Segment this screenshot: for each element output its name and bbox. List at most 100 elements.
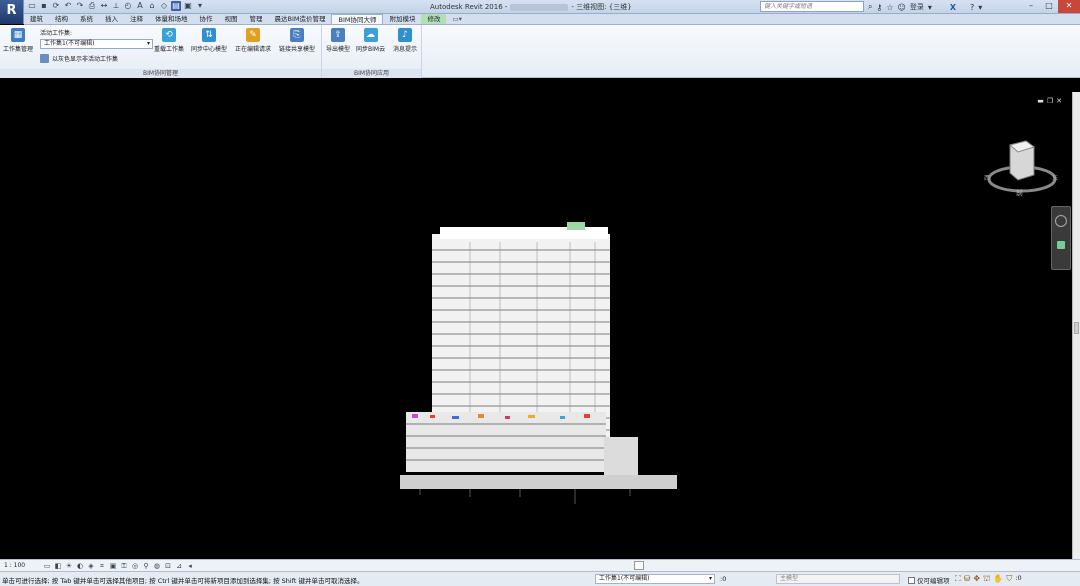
window-title: Autodesk Revit 2016 - - 三维视图: {三维} [430,2,632,12]
zoom-icon[interactable] [1057,241,1065,249]
temp-hide-icon[interactable]: ◎ [131,562,139,570]
horizontal-scroll-thumb[interactable] [634,561,644,570]
user-icon[interactable]: ☺ [898,3,906,12]
reload-label: 重载工作集 [154,46,185,53]
editable-only-checkbox[interactable] [908,576,915,584]
help-icon[interactable]: ? [970,3,974,12]
link-model-icon: ⎘ [290,28,304,42]
filter-count-label: :0 [1015,574,1022,582]
sync-cloud-button[interactable]: ☁ 同步BIM云 [356,28,385,53]
select-links-icon[interactable]: ⛶ [955,574,961,584]
highlight-icon[interactable]: ⊿ [175,562,183,570]
gray-inactive-toggle[interactable]: 以灰色显示非活动工作集 [40,54,118,63]
vertical-scrollbar[interactable] [1072,92,1080,559]
login-button[interactable]: 登录 [910,2,924,12]
editable-only-toggle[interactable]: 仅可编辑项 [908,575,950,585]
search-input[interactable]: 键入关键字或短语 [760,1,864,12]
maximize-icon[interactable]: □ [1040,0,1058,13]
app-menu-button[interactable]: R [0,0,24,24]
tab-structure[interactable]: 结构 [49,14,74,24]
sync-icon[interactable]: ⟳ [51,1,61,11]
tab-view[interactable]: 视图 [219,14,244,24]
workset-manage-button[interactable]: ▦ 工作集管理 [3,28,33,53]
measure-icon[interactable]: ↔ [99,1,109,11]
tab-addins[interactable]: 附加模块 [383,14,421,24]
sync-center-button[interactable]: ⇅ 同步中心模型 [191,28,227,53]
3d-viewport[interactable]: ▬ ❐ ✕ [0,92,1072,559]
print-icon[interactable]: ⎙ [87,1,97,11]
building-model[interactable] [0,92,1072,559]
crop-view-icon[interactable]: ⌗ [98,562,106,570]
design-option-select[interactable]: 主模型 [776,574,900,584]
scroll-left-icon[interactable]: ◂ [186,562,194,570]
tab-architecture[interactable]: 建筑 [24,14,49,24]
select-by-face-icon[interactable]: ⛫ [983,574,990,584]
tab-annotate[interactable]: 注释 [124,14,149,24]
section-icon[interactable]: ◇ [159,1,169,11]
close-hidden-icon[interactable]: ▣ [183,1,193,11]
detail-level-icon[interactable]: ▭ [43,562,51,570]
tab-collaborate[interactable]: 协作 [194,14,219,24]
text-icon[interactable]: A [135,1,145,11]
drag-elements-icon[interactable]: ✋ [993,574,1003,584]
sync-center-icon: ⇅ [202,28,216,42]
editing-request-button[interactable]: ✎ 正在编辑请求 [235,28,271,53]
tab-systems[interactable]: 系统 [74,14,99,24]
tab-manage[interactable]: 管理 [244,14,269,24]
active-workset-select[interactable]: 工作集1(不可编辑) ▾ [40,39,153,49]
exchange-icon[interactable]: X [950,3,956,12]
undo-icon[interactable]: ↶ [63,1,73,11]
lock-view-icon[interactable]: ⚿ [120,562,128,570]
render-icon[interactable]: ◈ [87,562,95,570]
subscription-icon[interactable]: ⚷ [876,3,882,12]
tag-icon[interactable]: ◴ [123,1,133,11]
filter-icon[interactable]: ⛉ [1006,574,1012,584]
open-icon[interactable]: ▭ [27,1,37,11]
analytical-model-icon[interactable]: ⊡ [164,562,172,570]
editable-only-label: 仅可编辑项 [917,577,950,585]
speaker-icon: ♪ [398,28,412,42]
sun-path-icon[interactable]: ☀ [65,562,73,570]
active-workset-value: 工作集1(不可编辑) [44,40,95,47]
compass-east-label[interactable]: 东 [1052,173,1058,182]
shadows-icon[interactable]: ◐ [76,562,84,570]
tab-bim-collab-master[interactable]: BIM协同大师 [331,14,384,24]
3d-view-icon[interactable]: ⌂ [147,1,157,11]
blurred-filename [510,3,569,11]
tab-modify[interactable]: 修改 [421,14,447,24]
export-model-button[interactable]: ⇪ 导出模型 [326,28,350,53]
link-shared-button[interactable]: ⎘ 链接共享模型 [279,28,315,53]
message-button[interactable]: ♪ 消息提示 [393,28,417,53]
worksharing-display-icon[interactable]: ◍ [153,562,161,570]
select-pinned-icon[interactable]: ✥ [973,574,980,584]
reveal-hidden-icon[interactable]: ⚲ [142,562,150,570]
save-icon[interactable]: ▪ [39,1,49,11]
scroll-grip[interactable] [1074,322,1079,334]
status-workset-select[interactable]: 工作集1(不可编辑) ▾ [595,574,715,584]
switch-windows-icon[interactable]: ▾ [195,1,205,11]
steering-wheel-icon[interactable] [1055,215,1067,227]
close-icon[interactable]: ✕ [1058,0,1080,13]
binoculars-icon[interactable]: ⌕ [868,2,872,12]
reload-workset-button[interactable]: ⟲ 重载工作集 [154,28,184,53]
viewcube-face-label[interactable]: 前 [1016,188,1023,198]
show-crop-icon[interactable]: ▣ [109,562,117,570]
help-dropdown-icon[interactable]: ▾ [978,3,982,12]
compass-west-label[interactable]: 西 [984,173,990,182]
edit-request-icon: ✎ [246,28,260,42]
visual-style-icon[interactable]: ◧ [54,562,62,570]
dimension-icon[interactable]: ⟂ [111,1,121,11]
view-scale[interactable]: 1 : 100 [4,562,40,569]
thin-lines-icon[interactable]: ▤ [171,1,181,11]
ribbon-minimize-icon[interactable]: ▭▾ [446,14,467,24]
minimize-icon[interactable]: – [1022,0,1040,13]
tab-massing[interactable]: 体量和场地 [149,14,194,24]
tab-cost-management[interactable]: 晨达BIM造价管理 [269,14,332,24]
favorites-icon[interactable]: ☆ [886,3,893,12]
select-underlay-icon[interactable]: ⛁ [964,574,971,584]
cloud-icon: ☁ [363,28,378,42]
dropdown-icon[interactable]: ▾ [928,3,932,12]
redo-icon[interactable]: ↷ [75,1,85,11]
tab-insert[interactable]: 插入 [99,14,124,24]
viewcube[interactable]: 前 西 东 [982,135,1062,205]
